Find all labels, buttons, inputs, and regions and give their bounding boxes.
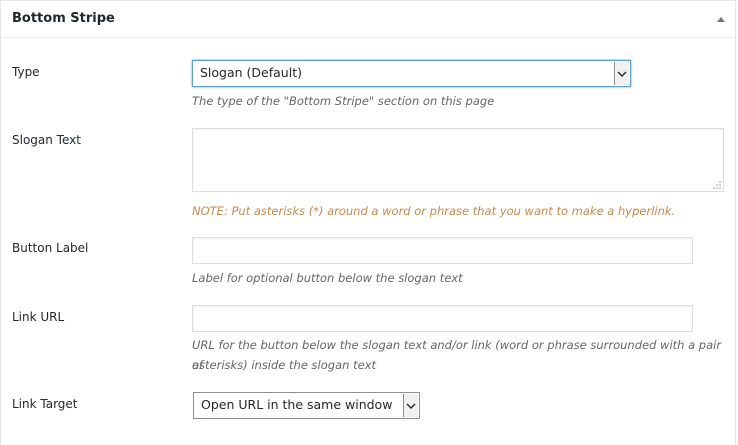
- bottom-stripe-panel: Bottom Stripe Type Slogan (Default) The …: [0, 0, 736, 445]
- link-target-select[interactable]: Open URL in the same window: [193, 392, 420, 419]
- type-label: Type: [12, 65, 40, 79]
- link-target-select-value: Open URL in the same window: [201, 397, 393, 412]
- slogan-text-label: Slogan Text: [12, 133, 81, 147]
- panel-toggle-button[interactable]: [711, 9, 731, 29]
- type-description: The type of the "Bottom Stripe" section …: [192, 94, 495, 108]
- type-select[interactable]: Slogan (Default): [192, 60, 631, 87]
- panel-title: Bottom Stripe: [12, 11, 115, 26]
- slogan-text-note: NOTE: Put asterisks (*) around a word or…: [192, 204, 676, 218]
- chevron-down-icon: [406, 403, 416, 409]
- type-select-value: Slogan (Default): [200, 65, 302, 80]
- slogan-text-input[interactable]: [192, 128, 724, 192]
- link-url-label: Link URL: [12, 310, 65, 324]
- button-label-label: Button Label: [12, 241, 89, 255]
- link-url-input[interactable]: [192, 305, 693, 332]
- link-target-label: Link Target: [12, 397, 78, 411]
- button-label-input[interactable]: [192, 237, 693, 264]
- triangle-up-icon: [717, 17, 725, 22]
- link-url-description-line-2: asterisks) inside the slogan text: [192, 358, 376, 372]
- panel-header[interactable]: Bottom Stripe: [1, 1, 735, 38]
- chevron-down-icon: [617, 71, 627, 77]
- button-label-description: Label for optional button below the slog…: [192, 271, 463, 285]
- link-target-select-arrow[interactable]: [403, 394, 418, 417]
- type-select-arrow[interactable]: [614, 62, 629, 85]
- resize-grip-icon[interactable]: [713, 181, 721, 189]
